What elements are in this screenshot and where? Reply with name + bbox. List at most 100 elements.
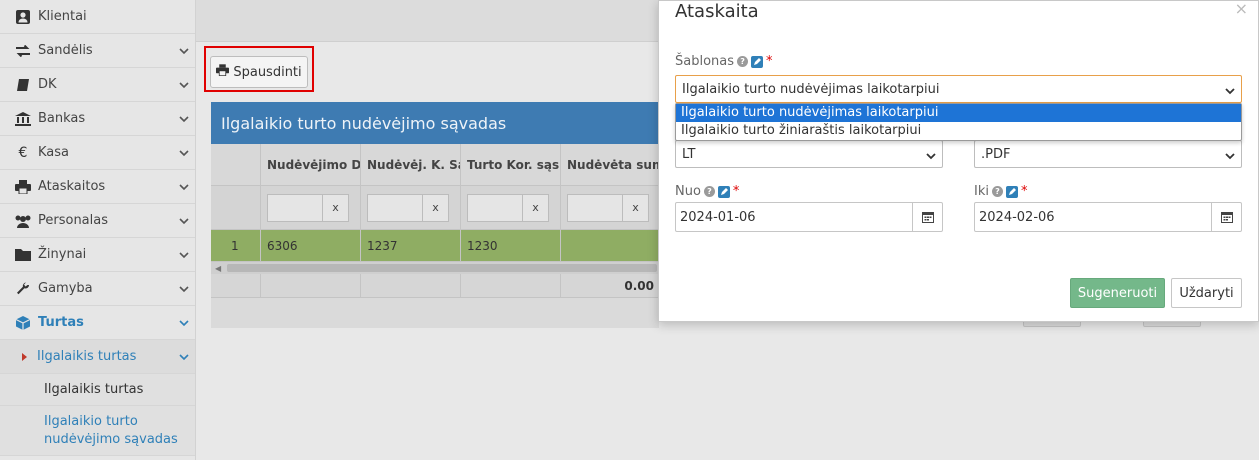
caret-right-icon (22, 352, 27, 361)
sidebar: Klientai Sandėlis DK Bankas € Kasa Atask… (0, 0, 196, 460)
format-select[interactable]: .PDF (974, 140, 1242, 168)
table-cell: 1230 (461, 230, 561, 261)
grid-header: Nudėvėjimo D Nudėvėj. K. Są Turto Kor. s… (211, 144, 659, 186)
depreciation-grid: Ilgalaikio turto nudėvėjimo sąvadas Nudė… (211, 102, 659, 328)
grid-filter-clear-button[interactable]: x (523, 193, 549, 222)
wrench-icon (14, 281, 32, 297)
sidebar-leaf-nudevejimo-savadas[interactable]: Ilgalaikio turto nudėvėjimo sąvadas (0, 406, 195, 456)
folder-icon (14, 247, 32, 263)
sidebar-item-label: Ataskaitos (38, 179, 106, 194)
grid-header-column[interactable]: Nudėvėjimo D (261, 144, 361, 185)
chevron-down-icon (179, 250, 189, 260)
generate-button[interactable]: Sugeneruoti (1070, 278, 1165, 308)
required-mark: * (1020, 184, 1028, 199)
sidebar-item-label: Bankas (38, 111, 86, 126)
sidebar-item-zinynai[interactable]: Žinynai (0, 238, 195, 272)
user-icon (14, 9, 32, 25)
report-modal: Ataskaita × Šablonas ? * Ilgalaikio turt… (658, 0, 1259, 322)
template-select-value: Ilgalaikio turto nudėvėjimas laikotarpiu… (682, 81, 940, 97)
chevron-down-icon (179, 318, 189, 328)
edit-icon[interactable] (717, 185, 730, 198)
users-icon (14, 213, 32, 229)
grid-filter-input[interactable] (467, 193, 523, 222)
sidebar-item-label: DK (38, 77, 57, 92)
sidebar-item-ataskaitos[interactable]: Ataskaitos (0, 170, 195, 204)
template-label-row: Šablonas ? * (675, 54, 773, 69)
print-button-label: Spausdinti (233, 64, 302, 80)
horizontal-scrollbar[interactable]: ◀ (211, 262, 659, 274)
sidebar-item-personalas[interactable]: Personalas (0, 204, 195, 238)
sidebar-item-sandelis[interactable]: Sandėlis (0, 34, 195, 68)
exchange-icon (14, 43, 32, 59)
grid-filter-clear-button[interactable]: x (423, 193, 449, 222)
from-date-input[interactable]: 2024-01-06 (675, 202, 943, 232)
scroll-left-icon[interactable]: ◀ (215, 264, 221, 273)
to-date-input[interactable]: 2024-02-06 (974, 202, 1242, 232)
language-select[interactable]: LT (675, 140, 943, 168)
sidebar-submenu-ilgalaikis-turtas[interactable]: Ilgalaikis turtas (0, 340, 195, 374)
template-option[interactable]: Ilgalaikio turto nudėvėjimas laikotarpiu… (676, 104, 1241, 122)
table-cell: 1237 (361, 230, 461, 261)
grid-footer: 0.00 (211, 274, 659, 298)
sidebar-submenu-label: Ilgalaikis turtas (37, 349, 137, 364)
grid-filter-clear-button[interactable]: x (623, 193, 649, 222)
print-icon (216, 64, 230, 80)
template-select[interactable]: Ilgalaikio turto nudėvėjimas laikotarpiu… (675, 75, 1242, 103)
footer-total: 0.00 (561, 274, 659, 297)
scrollbar-thumb[interactable] (227, 264, 657, 272)
chevron-down-icon (1225, 85, 1235, 100)
book-icon (14, 77, 32, 93)
from-label-row: Nuo ? * (675, 184, 739, 199)
calendar-icon[interactable] (912, 203, 942, 231)
bank-icon (14, 111, 32, 127)
chevron-down-icon (926, 150, 936, 165)
sidebar-item-bankas[interactable]: Bankas (0, 102, 195, 136)
grid-filter-row: x x x x (211, 186, 659, 230)
grid-header-column[interactable]: Nudėvėta sum (561, 144, 659, 185)
cube-icon (14, 315, 32, 331)
language-select-value: LT (682, 146, 696, 162)
grid-filter-num (211, 186, 261, 229)
format-select-value: .PDF (981, 146, 1011, 162)
help-icon[interactable]: ? (991, 186, 1003, 197)
grid-filter-cell: x (361, 186, 461, 229)
sidebar-item-label: Klientai (38, 9, 87, 24)
calendar-icon[interactable] (1211, 203, 1241, 231)
footer-cell (361, 274, 461, 297)
grid-header-column[interactable]: Nudėvėj. K. Są (361, 144, 461, 185)
help-icon[interactable]: ? (737, 56, 749, 67)
sidebar-item-klientai[interactable]: Klientai (0, 0, 195, 34)
table-row[interactable]: 1 6306 1237 1230 (211, 230, 659, 262)
sidebar-item-turtas[interactable]: Turtas (0, 306, 195, 340)
close-icon[interactable]: × (1235, 0, 1248, 18)
chevron-down-icon (1225, 150, 1235, 165)
grid-filter-input[interactable] (567, 193, 623, 222)
sidebar-item-dk[interactable]: DK (0, 68, 195, 102)
template-option[interactable]: Ilgalaikio turto žiniaraštis laikotarpiu… (676, 122, 1241, 140)
to-label: Iki (974, 184, 989, 199)
grid-filter-input[interactable] (367, 193, 423, 222)
grid-filter-cell: x (561, 186, 659, 229)
sidebar-leaf-ilgalaikis-turtas[interactable]: Ilgalaikis turtas (0, 374, 195, 406)
required-mark: * (766, 54, 773, 69)
sidebar-item-label: Sandėlis (38, 43, 93, 58)
sidebar-leaf-label: Ilgalaikis turtas (44, 382, 144, 397)
chevron-down-icon (179, 284, 189, 294)
edit-icon[interactable] (1005, 185, 1018, 198)
sidebar-item-label: Turtas (38, 315, 84, 330)
sidebar-item-kasa[interactable]: € Kasa (0, 136, 195, 170)
grid-header-column[interactable]: Turto Kor. sąsk (461, 144, 561, 185)
edit-icon[interactable] (751, 55, 764, 68)
grid-filter-input[interactable] (267, 193, 323, 222)
table-cell: 6306 (261, 230, 361, 261)
grid-filter-clear-button[interactable]: x (323, 193, 349, 222)
print-icon (14, 179, 32, 195)
sidebar-item-gamyba[interactable]: Gamyba (0, 272, 195, 306)
footer-cell (261, 274, 361, 297)
close-button[interactable]: Uždaryti (1171, 278, 1242, 308)
grid-header-num (211, 144, 261, 185)
help-icon[interactable]: ? (703, 186, 715, 197)
modal-title: Ataskaita (675, 1, 759, 22)
print-button[interactable]: Spausdinti (210, 56, 308, 88)
sidebar-leaf-label: Ilgalaikio turto nudėvėjimo sąvadas (44, 413, 178, 447)
